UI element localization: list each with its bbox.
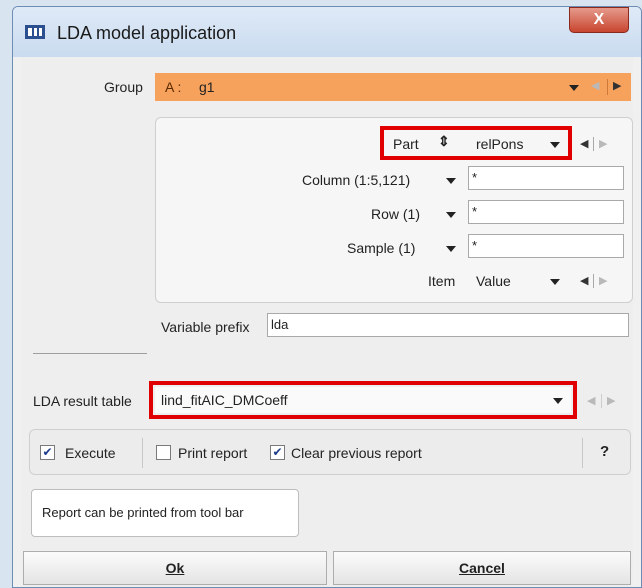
group-value: g1 (199, 79, 215, 95)
divider (142, 438, 143, 468)
tooltip-text: Report can be printed from tool bar (42, 505, 244, 520)
chevron-down-icon[interactable] (446, 178, 456, 184)
sample-input[interactable]: * (468, 234, 624, 258)
sample-label: Sample (1) (347, 240, 416, 256)
chevron-down-icon[interactable] (569, 85, 579, 91)
cancel-label: Cancel (459, 560, 505, 576)
arrow-left-icon[interactable]: ◀ (580, 137, 588, 150)
column-label: Column (1:5,121) (302, 172, 411, 188)
chevron-down-icon[interactable] (550, 142, 560, 148)
part-label: Part (393, 136, 419, 152)
report-tooltip: Report can be printed from tool bar (31, 489, 299, 537)
row-input[interactable]: * (468, 200, 624, 224)
execute-label[interactable]: Execute (65, 445, 116, 461)
cancel-button[interactable]: Cancel (333, 551, 631, 585)
group-prefix: A : (165, 79, 182, 95)
app-icon (25, 25, 45, 39)
dialog-content: Group A : g1 ◀ ▶ Part ⇕ relPons ◀ ▶ Colu… (21, 57, 633, 587)
checkmark-icon: ✔ (272, 445, 283, 459)
execute-checkbox[interactable]: ✔ (40, 445, 55, 460)
arrow-right-icon[interactable]: ▶ (599, 137, 607, 150)
result-table-value: lind_fitAIC_DMCoeff (161, 392, 288, 408)
print-report-checkbox[interactable] (156, 445, 171, 460)
result-table-label: LDA result table (33, 393, 132, 409)
print-report-label[interactable]: Print report (178, 445, 247, 461)
clear-report-label[interactable]: Clear previous report (291, 445, 422, 461)
item-value[interactable]: Value (476, 273, 511, 289)
clear-report-checkbox[interactable]: ✔ (270, 445, 285, 460)
arrow-right-icon[interactable]: ▶ (607, 394, 615, 407)
arrow-left-icon[interactable]: ◀ (591, 79, 599, 92)
part-value[interactable]: relPons (476, 136, 523, 152)
chevron-down-icon[interactable] (446, 246, 456, 252)
close-icon[interactable]: X (569, 7, 629, 33)
arrow-left-icon[interactable]: ◀ (587, 394, 595, 407)
dialog-window: LDA model application X Group A : g1 ◀ ▶… (12, 6, 642, 588)
arrow-right-icon[interactable]: ▶ (613, 79, 621, 92)
title-bar[interactable]: LDA model application X (13, 7, 641, 57)
column-input[interactable]: * (468, 166, 624, 190)
variable-prefix-label: Variable prefix (161, 319, 250, 335)
arrow-left-icon[interactable]: ◀ (580, 274, 588, 287)
chevron-down-icon[interactable] (446, 212, 456, 218)
divider (582, 438, 583, 468)
window-title: LDA model application (57, 23, 237, 43)
row-label: Row (1) (371, 206, 421, 222)
nav-separator (607, 79, 608, 95)
help-button[interactable]: ? (600, 443, 609, 460)
group-label: Group (104, 79, 143, 95)
checkmark-icon: ✔ (42, 445, 53, 459)
ok-button[interactable]: Ok (23, 551, 327, 585)
ok-label: Ok (165, 560, 185, 576)
chevron-down-icon[interactable] (550, 279, 560, 285)
group-combobox[interactable]: A : g1 ◀ ▶ (155, 73, 631, 101)
sort-icon[interactable]: ⇕ (438, 133, 450, 150)
arrow-right-icon[interactable]: ▶ (599, 274, 607, 287)
chevron-down-icon[interactable] (553, 398, 563, 404)
nav-separator (601, 394, 602, 408)
options-bar: ✔ Execute Print report ✔ Clear previous … (29, 429, 631, 475)
variable-prefix-input[interactable]: lda (267, 313, 629, 337)
nav-separator (593, 137, 594, 151)
selection-panel: Part ⇕ relPons ◀ ▶ Column (1:5,121) * Ro… (155, 117, 633, 303)
nav-separator (593, 274, 594, 288)
item-label: Item (428, 273, 456, 289)
divider (33, 353, 147, 354)
result-table-combobox[interactable]: lind_fitAIC_DMCoeff (155, 387, 571, 413)
